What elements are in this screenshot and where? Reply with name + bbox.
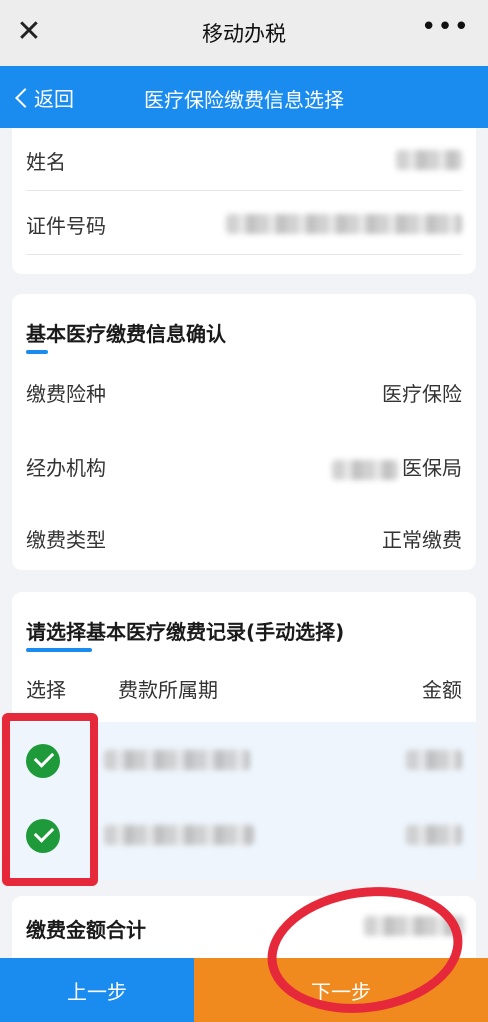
prev-step-button[interactable]: 上一步 (0, 958, 194, 1022)
period-redacted (104, 750, 250, 770)
id-label: 证件号码 (26, 214, 106, 238)
period-redacted (104, 825, 254, 845)
name-label: 姓名 (26, 150, 66, 174)
name-row: 姓名 (26, 146, 462, 175)
id-value-redacted (226, 210, 462, 234)
app-title-bar: ✕ 移动办税 ••• (0, 0, 488, 66)
column-period: 费款所属期 (118, 678, 218, 702)
agency-label: 经办机构 (26, 456, 106, 480)
section-underline (26, 350, 48, 354)
page-title: 医疗保险缴费信息选择 (144, 88, 344, 112)
insurance-type-value: 医疗保险 (382, 382, 462, 406)
total-label: 缴费金额合计 (26, 918, 146, 942)
identity-card: 姓名 证件号码 (12, 128, 476, 274)
basic-info-card: 基本医疗缴费信息确认 缴费险种 医疗保险 经办机构 医保局 缴费类型 正常缴费 (12, 294, 476, 570)
section-underline (26, 648, 92, 652)
insurance-type-label: 缴费险种 (26, 382, 106, 406)
name-value-redacted (396, 146, 462, 170)
agency-value: 医保局 (332, 452, 462, 481)
id-row: 证件号码 (26, 210, 462, 239)
app-title: 移动办税 (202, 22, 286, 46)
divider (26, 254, 462, 255)
records-title: 请选择基本医疗缴费记录(手动选择) (26, 620, 345, 644)
records-table-header: 选择 费款所属期 金额 (26, 674, 462, 703)
amount-redacted (406, 825, 462, 845)
payment-type-value: 正常缴费 (382, 528, 462, 552)
agency-redacted (332, 459, 398, 480)
amount-redacted (406, 750, 462, 770)
page-header: 返回 医疗保险缴费信息选择 (0, 66, 488, 128)
payment-type-label: 缴费类型 (26, 528, 106, 552)
annotation-box (2, 713, 98, 886)
more-dots-icon[interactable]: ••• (421, 12, 470, 42)
insurance-type-row: 缴费险种 医疗保险 (26, 378, 462, 407)
agency-value-text: 医保局 (402, 456, 462, 480)
payment-type-row: 缴费类型 正常缴费 (26, 524, 462, 553)
column-amount: 金额 (422, 678, 462, 702)
agency-row: 经办机构 医保局 (26, 452, 462, 481)
basic-info-title: 基本医疗缴费信息确认 (26, 322, 226, 346)
column-select: 选择 (26, 678, 66, 702)
divider (26, 190, 462, 191)
